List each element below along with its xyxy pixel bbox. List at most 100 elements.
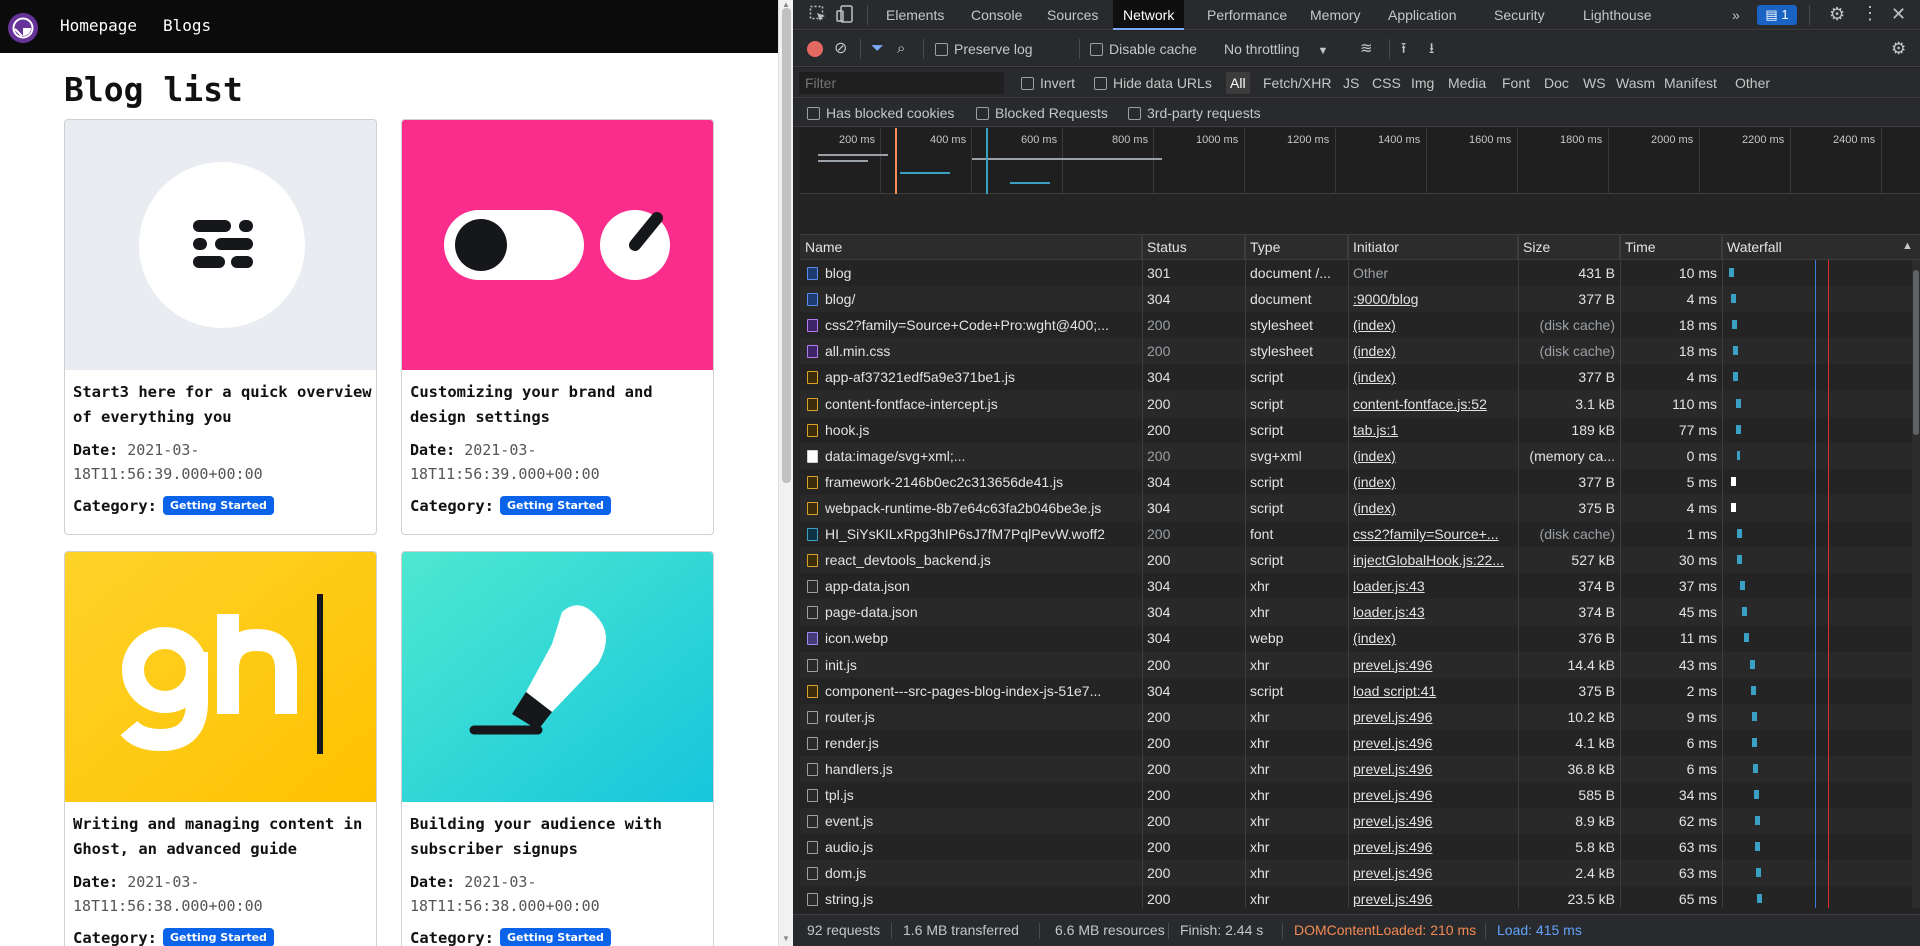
request-name[interactable]: dom.js [825, 860, 1137, 886]
category-badge[interactable]: Getting Started [163, 496, 274, 515]
request-initiator[interactable]: (index) [1353, 364, 1515, 390]
blog-card[interactable]: Start3 here for a quick overview of ever… [64, 119, 377, 535]
table-row[interactable]: framework-2146b0ec2c313656de41.js 304 scri… [800, 468, 1912, 495]
request-name[interactable]: component---src-pages-blog-index-js-51e7… [825, 678, 1137, 704]
close-devtools-icon[interactable]: ✕ [1891, 4, 1906, 25]
tab-lighthouse[interactable]: Lighthouse [1573, 0, 1662, 30]
blocked-requests-checkbox[interactable]: Blocked Requests [976, 98, 1108, 128]
request-initiator[interactable]: prevel.js:496 [1353, 782, 1515, 808]
table-row[interactable]: string.js 200 xhr prevel.js:496 23.5 kB 65 ms [800, 886, 1912, 908]
nav-link-blogs[interactable]: Blogs [163, 16, 211, 35]
network-settings-gear-icon[interactable]: ⚙ [1891, 31, 1906, 67]
table-row[interactable]: data:image/svg+xml;... 200 svg+xml (index) (… [800, 442, 1912, 469]
filter-type-all[interactable]: All [1226, 72, 1250, 94]
request-initiator[interactable]: prevel.js:496 [1353, 886, 1515, 908]
throttling-select[interactable]: No throttling ▼ [1224, 31, 1328, 67]
table-row[interactable]: webpack-runtime-8b7e64c63fa2b046be3e.js 3… [800, 494, 1912, 521]
table-row[interactable]: HI_SiYsKILxRpg3hIP6sJ7fM7PqlPevW.woff2 20… [800, 521, 1912, 547]
request-initiator[interactable]: (index) [1353, 312, 1515, 338]
table-row[interactable]: blog 301 document /... Other 431 B 10 ms [800, 260, 1912, 286]
request-initiator[interactable]: tab.js:1 [1353, 417, 1515, 443]
request-initiator[interactable]: prevel.js:496 [1353, 808, 1515, 834]
column-header-type[interactable]: Type [1245, 235, 1348, 260]
tab-application[interactable]: Application [1378, 0, 1467, 30]
import-har-icon[interactable]: ⭱ [1401, 31, 1406, 67]
request-name[interactable]: hook.js [825, 417, 1137, 443]
request-initiator[interactable]: prevel.js:496 [1353, 756, 1515, 782]
filter-type-other[interactable]: Other [1735, 68, 1770, 98]
table-row[interactable]: blog/304 document:9000/blog 377 B 4 ms [800, 286, 1912, 313]
request-name[interactable]: app-data.json [825, 573, 1137, 599]
filter-type-wasm[interactable]: Wasm [1616, 68, 1655, 98]
filter-type-img[interactable]: Img [1411, 68, 1434, 98]
table-row[interactable]: content-fontface-intercept.js 200 script co… [800, 390, 1912, 417]
filter-type-doc[interactable]: Doc [1544, 68, 1569, 98]
request-initiator[interactable]: prevel.js:496 [1353, 834, 1515, 860]
filter-input[interactable] [799, 72, 1004, 94]
request-name[interactable]: page-data.json [825, 599, 1137, 625]
request-name[interactable]: icon.webp [825, 625, 1137, 651]
invert-checkbox[interactable]: Invert [1021, 68, 1075, 98]
issues-badge[interactable]: ▤ 1 [1757, 5, 1797, 25]
request-initiator[interactable]: (index) [1353, 625, 1515, 651]
network-conditions-icon[interactable]: ≋ [1360, 31, 1373, 67]
filter-type-js[interactable]: JS [1343, 68, 1359, 98]
table-row[interactable]: app-data.json 304 xhr loader.js:43 374 B 37 m… [800, 573, 1912, 600]
search-icon[interactable]: ⌕ [897, 31, 905, 67]
request-initiator[interactable]: prevel.js:496 [1353, 704, 1515, 730]
column-header-initiator[interactable]: Initiator [1348, 235, 1518, 260]
request-name[interactable]: audio.js [825, 834, 1137, 860]
request-name[interactable]: string.js [825, 886, 1137, 908]
preserve-log-checkbox[interactable]: Preserve log [935, 31, 1033, 67]
scrollbar-thumb[interactable] [1913, 270, 1919, 435]
filter-type-ws[interactable]: WS [1583, 68, 1606, 98]
tab-sources[interactable]: Sources [1037, 0, 1108, 30]
filter-type-media[interactable]: Media [1448, 68, 1486, 98]
column-header-time[interactable]: Time [1620, 235, 1722, 260]
gatsby-logo-icon[interactable] [8, 13, 38, 43]
disable-cache-checkbox[interactable]: Disable cache [1090, 31, 1197, 67]
column-header-name[interactable]: Name [800, 235, 1142, 260]
record-stop-icon[interactable] [807, 41, 823, 57]
category-badge[interactable]: Getting Started [500, 496, 611, 515]
request-name[interactable]: render.js [825, 730, 1137, 756]
column-header-waterfall[interactable]: Waterfall [1722, 235, 1920, 260]
tab-network[interactable]: Network [1113, 0, 1185, 30]
tab-memory[interactable]: Memory [1300, 0, 1371, 30]
request-initiator[interactable]: (index) [1353, 338, 1515, 364]
post-image[interactable] [402, 552, 713, 802]
request-name[interactable]: content-fontface-intercept.js [825, 391, 1137, 417]
request-name[interactable]: handlers.js [825, 756, 1137, 782]
request-initiator[interactable]: prevel.js:496 [1353, 652, 1515, 678]
column-header-status[interactable]: Status [1142, 235, 1245, 260]
request-name[interactable]: init.js [825, 652, 1137, 678]
request-name[interactable]: all.min.css [825, 338, 1137, 364]
table-row[interactable]: hook.js 200 script tab.js:1 189 kB 77 ms [800, 416, 1912, 443]
tab-console[interactable]: Console [961, 0, 1032, 30]
request-name[interactable]: event.js [825, 808, 1137, 834]
devtools-splitter[interactable] [778, 0, 793, 946]
hide-data-urls-checkbox[interactable]: Hide data URLs [1094, 68, 1212, 98]
request-name[interactable]: react_devtools_backend.js [825, 547, 1137, 573]
request-name[interactable]: blog/ [825, 286, 1137, 312]
request-initiator[interactable]: loader.js:43 [1353, 573, 1515, 599]
request-initiator[interactable]: prevel.js:496 [1353, 860, 1515, 886]
table-row[interactable]: render.js 200 xhr prevel.js:496 4.1 kB 6 ms [800, 729, 1912, 756]
table-row[interactable]: css2?family=Source+Code+Pro:wght@400;...… [800, 312, 1912, 339]
request-initiator[interactable]: loader.js:43 [1353, 599, 1515, 625]
request-initiator[interactable]: css2?family=Source+... [1353, 521, 1515, 547]
request-name[interactable]: framework-2146b0ec2c313656de41.js [825, 469, 1137, 495]
settings-gear-icon[interactable]: ⚙ [1829, 4, 1845, 25]
tab-security[interactable]: Security [1484, 0, 1555, 30]
table-row[interactable]: handlers.js 200 xhr prevel.js:496 36.8 kB 6 m… [800, 755, 1912, 782]
request-name[interactable]: webpack-runtime-8b7e64c63fa2b046be3e.js [825, 495, 1137, 521]
post-image[interactable] [402, 120, 713, 370]
column-header-size[interactable]: Size [1518, 235, 1620, 260]
post-title[interactable]: Customizing your brand and design settin… [410, 380, 710, 430]
filter-type-font[interactable]: Font [1502, 68, 1530, 98]
table-row[interactable]: component---src-pages-blog-index-js-51e7… [800, 677, 1912, 704]
table-row[interactable]: init.js 200 xhr prevel.js:496 14.4 kB 43 ms [800, 651, 1912, 678]
more-options-icon[interactable]: ⋮ [1861, 3, 1879, 24]
request-initiator[interactable]: (index) [1353, 443, 1515, 469]
nav-link-homepage[interactable]: Homepage [60, 16, 137, 35]
